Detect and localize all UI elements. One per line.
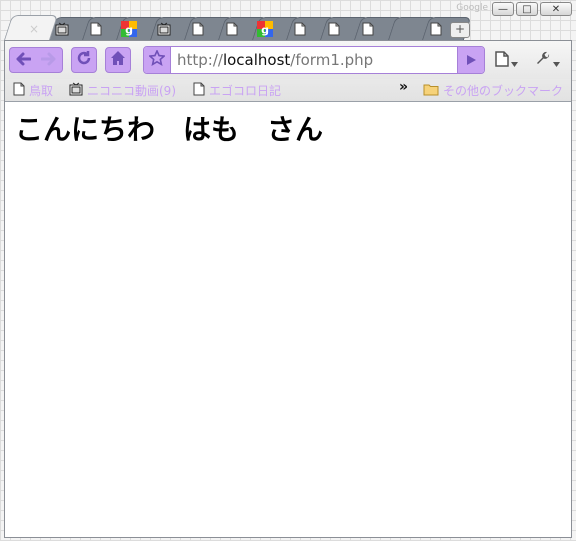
profile-hint: Google bbox=[456, 3, 488, 13]
wrench-icon bbox=[535, 51, 551, 71]
reload-icon bbox=[76, 50, 92, 70]
tv-icon bbox=[54, 21, 70, 37]
address-bar[interactable]: http://localhost/form1.php bbox=[143, 46, 485, 74]
google-icon: g bbox=[121, 21, 137, 37]
go-button[interactable] bbox=[457, 47, 484, 73]
page-icon bbox=[193, 82, 205, 99]
browser-frame: http://localhost/form1.php 鳥取 ニコニコ動画(9) … bbox=[4, 40, 572, 538]
bookmark-star-button[interactable] bbox=[144, 47, 171, 73]
forward-arrow-icon[interactable] bbox=[40, 51, 57, 70]
page-menu-button[interactable] bbox=[495, 51, 518, 71]
svg-text:g: g bbox=[125, 24, 133, 37]
chevron-down-icon bbox=[553, 52, 560, 71]
reload-button[interactable] bbox=[71, 47, 97, 73]
star-icon bbox=[147, 49, 167, 70]
other-bookmarks-label: その他のブックマーク bbox=[443, 84, 564, 98]
minimize-button[interactable]: — bbox=[492, 2, 514, 16]
greeting-text: こんにちわ はも さん bbox=[15, 113, 324, 146]
page-icon bbox=[360, 21, 376, 37]
home-button[interactable] bbox=[105, 47, 131, 73]
page-icon bbox=[13, 82, 25, 99]
tab-strip: × g g bbox=[4, 15, 524, 40]
bookmark-label: 鳥取 bbox=[29, 84, 54, 98]
page-icon bbox=[326, 21, 342, 37]
folder-icon bbox=[423, 83, 439, 99]
page-icon bbox=[292, 21, 308, 37]
bookmark-item[interactable]: 鳥取 bbox=[13, 82, 53, 99]
bookmark-item[interactable]: ニコニコ動画(9) bbox=[69, 82, 176, 99]
window-controls: — □ ✕ bbox=[492, 2, 572, 16]
page-icon bbox=[190, 21, 206, 37]
maximize-button[interactable]: □ bbox=[516, 2, 538, 16]
close-window-button[interactable]: ✕ bbox=[540, 2, 572, 16]
page-menu-icon bbox=[495, 51, 509, 71]
bookmarks-overflow-button[interactable]: » bbox=[399, 79, 408, 95]
bookmark-label: エゴコロ日記 bbox=[209, 84, 282, 98]
tv-icon bbox=[69, 82, 83, 99]
page-icon bbox=[88, 21, 104, 37]
nav-buttons bbox=[9, 47, 63, 73]
home-icon bbox=[110, 50, 126, 70]
page-icon bbox=[428, 21, 444, 37]
page-content: こんにちわ はも さん bbox=[5, 102, 571, 152]
bookmark-item[interactable]: エゴコロ日記 bbox=[193, 82, 281, 99]
back-arrow-icon[interactable] bbox=[15, 51, 32, 70]
other-bookmarks-button[interactable]: その他のブックマーク bbox=[423, 82, 563, 99]
bookmark-label: ニコニコ動画(9) bbox=[87, 84, 176, 98]
svg-text:g: g bbox=[261, 24, 269, 37]
page-icon bbox=[224, 21, 240, 37]
bookmarks-bar: 鳥取 ニコニコ動画(9) エゴコロ日記 » その他のブックマーク bbox=[5, 79, 571, 102]
toolbar: http://localhost/form1.php bbox=[5, 41, 571, 79]
play-icon bbox=[465, 51, 477, 70]
tab-close-icon[interactable]: × bbox=[26, 21, 42, 37]
chevron-down-icon bbox=[511, 52, 518, 71]
url-text[interactable]: http://localhost/form1.php bbox=[177, 51, 373, 69]
tv-icon bbox=[156, 21, 172, 37]
new-tab-button[interactable]: + bbox=[450, 22, 470, 38]
wrench-menu-button[interactable] bbox=[535, 51, 560, 71]
google-icon: g bbox=[257, 21, 273, 37]
